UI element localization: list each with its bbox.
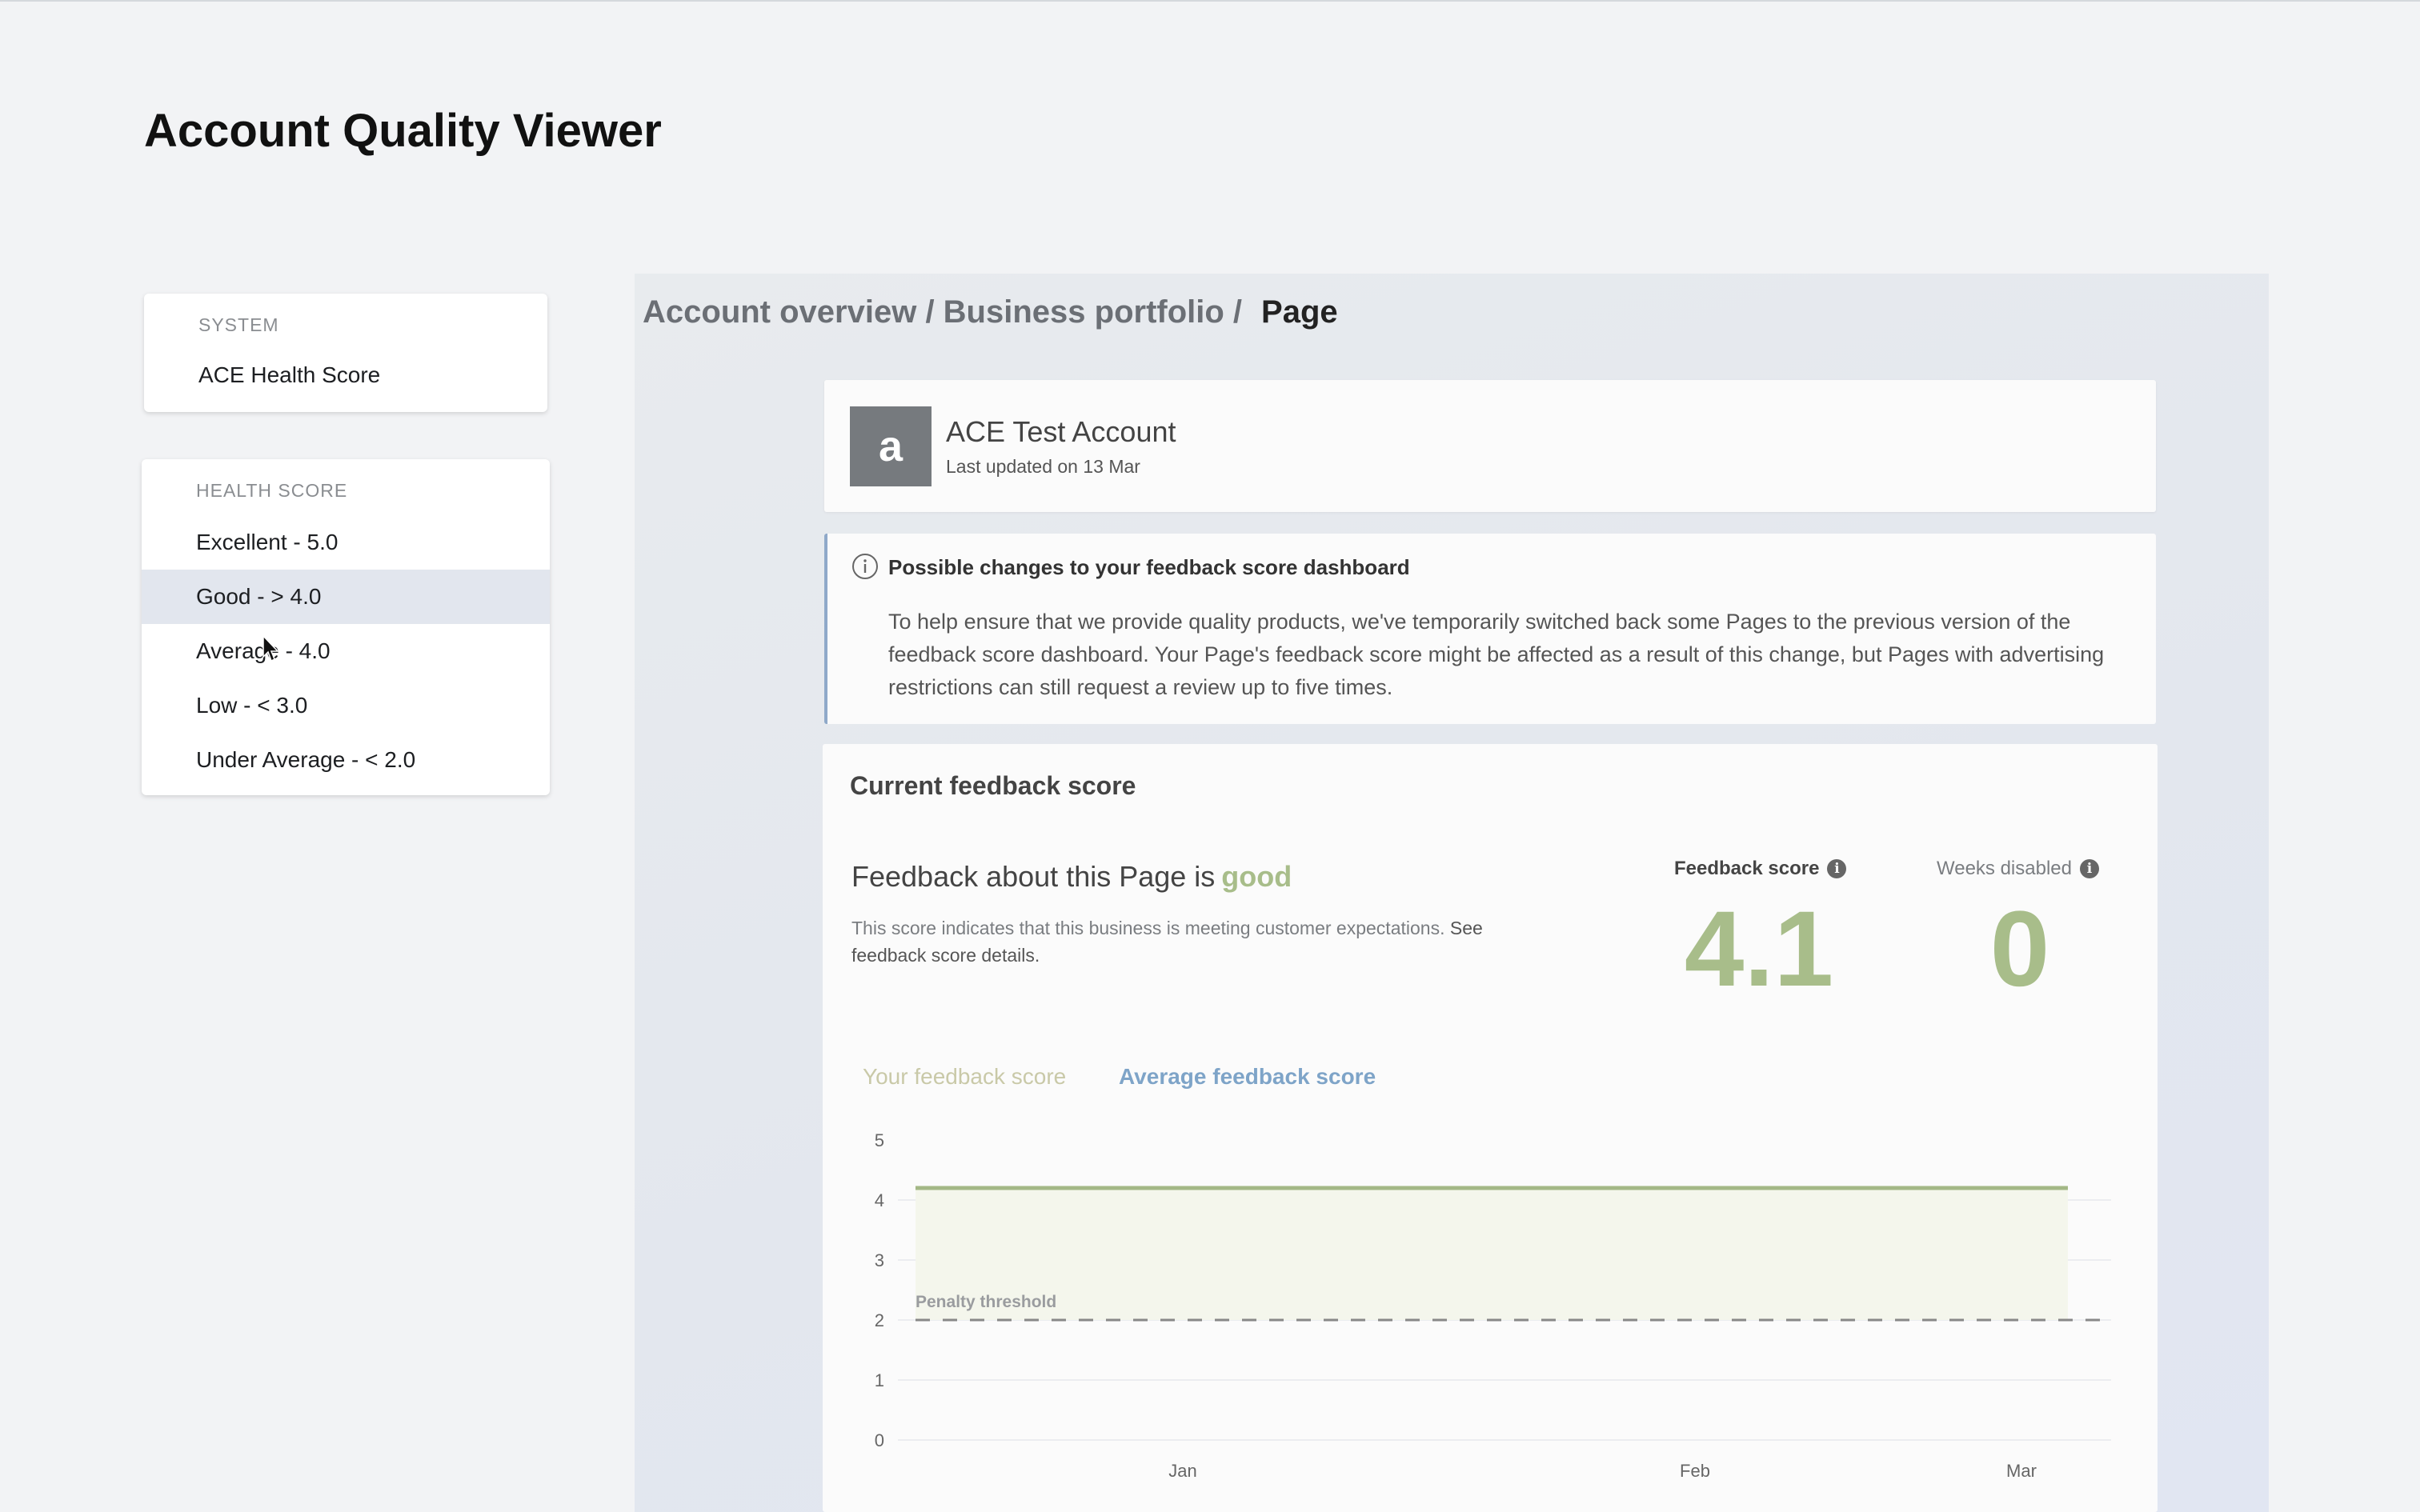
- chart-series-area: [916, 1188, 2068, 1320]
- weeks-disabled-value: 0: [1989, 890, 2050, 1009]
- chart-x-tick-label: Mar: [2006, 1461, 2037, 1481]
- breadcrumb: Account overview / Business portfolio / P…: [643, 294, 1338, 330]
- health-score-item-low[interactable]: Low - < 3.0: [142, 678, 550, 733]
- account-name: ACE Test Account: [946, 415, 1176, 448]
- feedback-score-label-text: Feedback score: [1674, 858, 1820, 879]
- mouse-cursor-icon: [262, 635, 279, 662]
- account-avatar: a: [850, 406, 932, 486]
- health-score-card-header: HEALTH SCORE: [196, 480, 348, 501]
- chart-y-tick-label: 4: [875, 1190, 884, 1210]
- health-score-card: HEALTH SCORE Excellent - 5.0 Good - > 4.…: [142, 459, 550, 795]
- breadcrumb-current: Page: [1261, 294, 1338, 330]
- feedback-score-info-icon[interactable]: i: [1827, 859, 1847, 878]
- chart-x-tick-label: Feb: [1680, 1461, 1710, 1481]
- main-panel: Account overview / Business portfolio / P…: [635, 274, 2269, 1512]
- chart-y-tick-label: 0: [875, 1430, 884, 1450]
- health-score-list: Excellent - 5.0 Good - > 4.0 Average - 4…: [142, 515, 550, 787]
- weeks-disabled-info-icon[interactable]: i: [2079, 859, 2099, 878]
- account-card: a ACE Test Account Last updated on 13 Ma…: [824, 380, 2156, 512]
- chart-y-tick-label: 5: [875, 1130, 884, 1150]
- tab-average-feedback-score[interactable]: Average feedback score: [1119, 1064, 1376, 1090]
- notice-body: To help ensure that we provide quality p…: [888, 610, 2105, 699]
- account-last-updated: Last updated on 13 Mar: [946, 456, 1140, 477]
- system-card: SYSTEM ACE Health Score: [144, 294, 547, 412]
- breadcrumb-path[interactable]: Account overview / Business portfolio /: [643, 294, 1242, 330]
- system-card-header: SYSTEM: [198, 314, 279, 335]
- notice-title: Possible changes to your feedback score …: [888, 555, 1410, 579]
- health-score-item-good[interactable]: Good - > 4.0: [142, 570, 550, 624]
- notice-banner: Possible changes to your feedback score …: [824, 534, 2156, 724]
- info-circle-icon: [852, 554, 878, 579]
- chart-x-tick-label: Jan: [1168, 1461, 1196, 1481]
- app-title: Account Quality Viewer: [144, 105, 662, 157]
- tab-your-feedback-score[interactable]: Your feedback score: [863, 1064, 1066, 1090]
- feedback-headline-text: Feedback about this Page is: [851, 860, 1216, 893]
- health-score-item-excellent[interactable]: Excellent - 5.0: [142, 515, 550, 570]
- feedback-description-text: This score indicates that this business …: [851, 918, 1445, 938]
- feedback-status: good: [1221, 860, 1292, 893]
- chart-threshold-label: Penalty threshold: [916, 1293, 1056, 1311]
- window-top-border: [0, 0, 2420, 2]
- feedback-description: This score indicates that this business …: [851, 914, 1556, 969]
- feedback-score-title: Current feedback score: [850, 771, 1136, 800]
- weeks-disabled-label-text: Weeks disabled: [1937, 858, 2072, 879]
- chart-y-tick-label: 3: [875, 1250, 884, 1270]
- feedback-score-card: Current feedback score Feedback about th…: [823, 744, 2158, 1512]
- health-score-item-under-average[interactable]: Under Average - < 2.0: [142, 733, 550, 787]
- system-item-ace-health-score[interactable]: ACE Health Score: [198, 362, 380, 388]
- feedback-score-value: 4.1: [1684, 890, 1834, 1009]
- feedback-score-label: Feedback score i: [1674, 858, 1847, 880]
- chart-y-tick-label: 2: [875, 1310, 884, 1330]
- feedback-headline: Feedback about this Page is good: [851, 860, 1292, 894]
- chart-y-tick-label: 1: [875, 1370, 884, 1390]
- weeks-disabled-label: Weeks disabled i: [1937, 858, 2099, 880]
- health-score-item-average[interactable]: Average - 4.0: [142, 624, 550, 678]
- feedback-score-chart: 5 4 3 2 1 0 Penalty threshold Jan Feb Mar: [875, 1130, 2111, 1481]
